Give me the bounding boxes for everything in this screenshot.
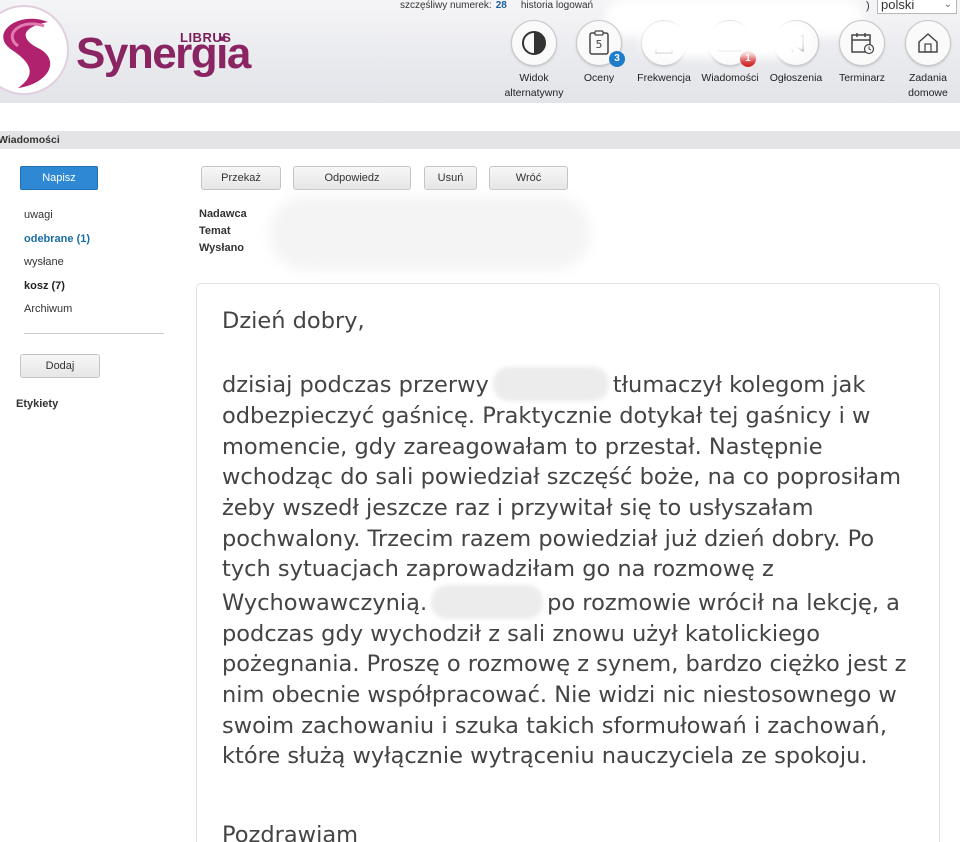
reply-button[interactable]: Odpowiedz — [293, 166, 411, 190]
nav-label: Frekwencja — [637, 72, 691, 84]
folder-notes[interactable]: uwagi — [24, 209, 53, 221]
delete-button[interactable]: Usuń — [424, 166, 477, 190]
forward-button[interactable]: Przekaż — [201, 166, 281, 190]
message-paragraph: dzisiaj podczas przerwy tłumaczył kolegom… — [222, 367, 922, 772]
section-title: Wiadomości — [0, 134, 60, 146]
folder-archive[interactable]: Archiwum — [24, 303, 72, 315]
folder-trash[interactable]: kosz (7) — [24, 280, 65, 292]
lucky-number: 28 — [495, 0, 507, 11]
message-text-part: tłumaczył kolegom jak odbezpieczyć gaśni… — [222, 372, 902, 616]
nav-label: Terminarz — [838, 72, 886, 84]
nav-circle: 5 3 — [576, 20, 625, 67]
main-nav: Widok alternatywny 5 3 Oceny Frekwencja — [0, 20, 960, 102]
section-bar: Wiadomości — [0, 131, 960, 149]
nav-homework[interactable]: Zadania domowe — [893, 20, 960, 101]
language-value: polski — [881, 0, 915, 12]
lucky-number-label: szczęśliwy numerek: — [400, 0, 492, 11]
sender-label: Nadawca — [199, 208, 247, 220]
top-info: szczęśliwy numerek: 28 historia logowań — [400, 0, 593, 14]
nav-label: Widok alternatywny — [504, 72, 564, 99]
nav-alt-view[interactable]: Widok alternatywny — [499, 20, 569, 101]
top-paren: ) — [866, 0, 870, 12]
folder-sent[interactable]: wysłane — [24, 256, 64, 268]
login-history-link[interactable]: historia logowań — [521, 0, 593, 11]
redacted-meta — [270, 196, 590, 270]
redacted-area — [640, 20, 810, 58]
back-button[interactable]: Wróć — [489, 166, 568, 190]
nav-label: Ogłoszenia — [769, 72, 823, 84]
message-body: Dzień dobry, dzisiaj podczas przerwy tłum… — [222, 306, 922, 802]
nav-circle — [905, 20, 951, 66]
sidebar-divider — [24, 333, 164, 334]
nav-calendar[interactable]: Terminarz — [827, 20, 897, 86]
chevron-down-icon: ⌄ — [943, 0, 952, 10]
nav-label: Zadania domowe — [908, 72, 948, 99]
redacted-name — [492, 367, 609, 402]
nav-label: Wiadomości — [701, 72, 759, 84]
language-select[interactable]: polski ⌄ — [877, 0, 957, 14]
svg-text:5: 5 — [596, 38, 603, 51]
subject-label: Temat — [199, 225, 231, 237]
calendar-icon — [851, 33, 875, 55]
half-circle-icon — [522, 31, 546, 55]
grades-badge: 3 — [609, 51, 625, 67]
redacted-name — [431, 584, 544, 619]
nav-grades[interactable]: 5 3 Oceny — [564, 20, 634, 86]
message-greeting: Dzień dobry, — [222, 308, 365, 334]
message-text-part: dzisiaj podczas przerwy — [222, 372, 489, 399]
add-label-button[interactable]: Dodaj — [20, 354, 100, 378]
nav-circle — [511, 20, 557, 66]
house-icon — [918, 33, 938, 53]
compose-button[interactable]: Napisz — [20, 166, 98, 190]
message-closing: Pozdrawiam — [222, 822, 359, 842]
labels-title: Etykiety — [16, 398, 59, 410]
sent-label: Wysłano — [199, 242, 245, 254]
message-text-part: po rozmowie wrócił na lekcję, a podczas … — [222, 589, 907, 770]
app-header: Synergia LIBRUS szczęśliwy numerek: 28 his… — [0, 0, 960, 103]
folder-inbox[interactable]: odebrane (1) — [24, 233, 90, 245]
nav-circle — [839, 20, 885, 66]
grades-icon: 5 — [589, 30, 609, 55]
nav-label: Oceny — [583, 72, 615, 84]
